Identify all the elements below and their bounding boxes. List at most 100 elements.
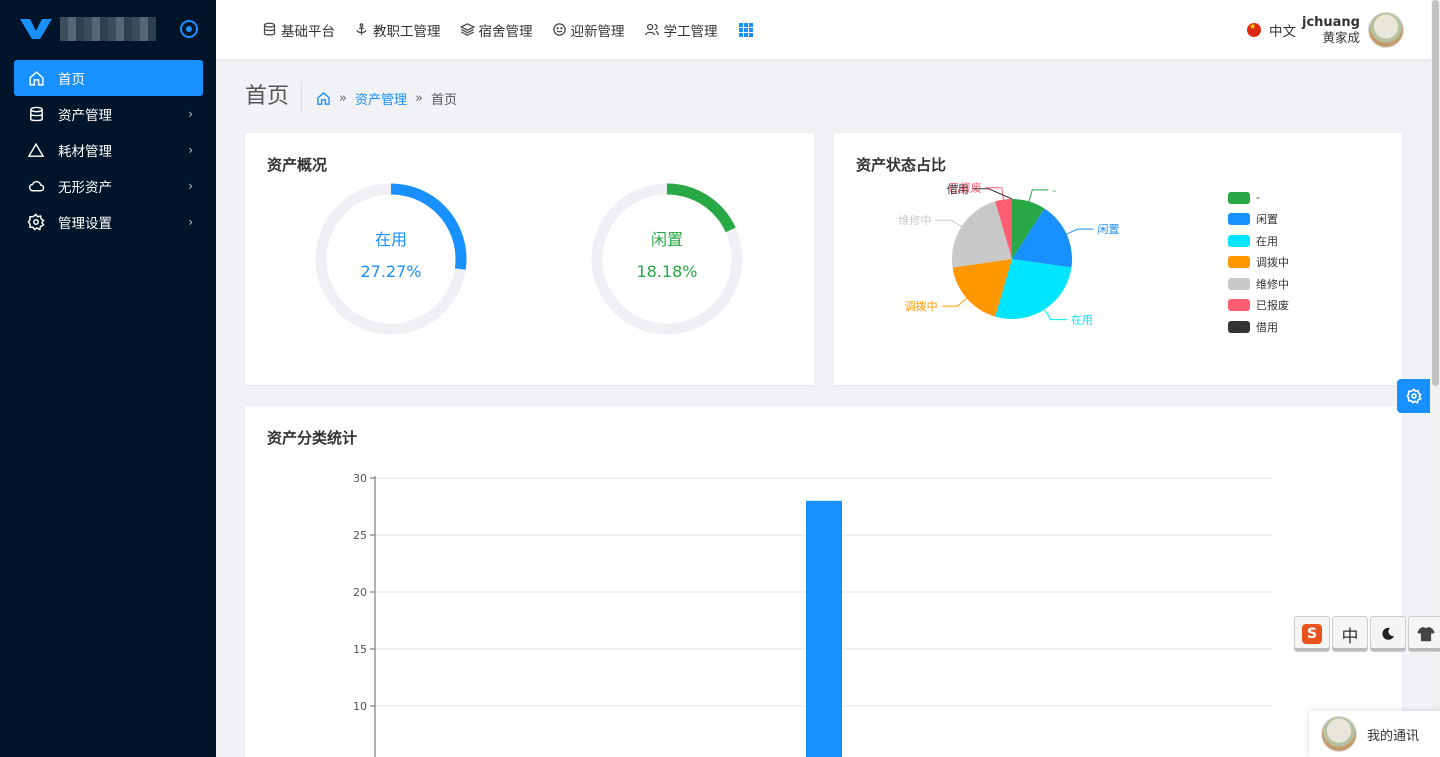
pie-slice-label: 在用 [1071,314,1093,327]
pie-label-line [935,219,962,227]
legend-swatch [1228,320,1250,333]
sidebar-item-label: 首页 [58,72,85,88]
legend-swatch [1228,299,1250,312]
avatar[interactable] [1368,11,1404,48]
topnav-item-staff[interactable]: 教职工管理 [354,20,441,40]
legend-item[interactable]: 闲置 [1228,209,1289,231]
logo-text-blurred [60,17,156,41]
breadcrumb-separator: » [415,90,423,106]
status-pie-chart: -闲置在用调拨中维修中已报废借用 [898,181,1119,327]
home-icon[interactable] [316,91,331,106]
topbar: 基础平台 教职工管理 宿舍管理 迎新管理 学工管理 中文 jchuang 黄家成 [216,0,1440,59]
pie-slice-label: 借用 [947,183,969,196]
legend-swatch [1228,234,1250,247]
breadcrumb: » 资产管理 » 首页 [316,89,457,108]
category-bar-chart: 30 25 20 15 10 [353,472,1273,757]
ring-value: 27.27% [360,262,421,281]
y-tick-label: 20 [353,586,367,599]
legend-item[interactable]: 调拨中 [1228,252,1289,274]
logo-row [0,0,216,58]
topnav-label: 基础平台 [281,23,335,40]
sidebar-item-label: 管理设置 [58,216,112,232]
topnav-item-student-affairs[interactable]: 学工管理 [644,20,718,40]
page-title: 首页 [245,82,303,114]
database-icon [26,104,46,124]
chevron-right-icon: › [188,143,193,157]
legend-label: 在用 [1256,234,1278,248]
triangle-icon [26,140,46,160]
input-tool-buttons: S 中 [1294,616,1440,652]
cloud-icon [26,176,46,196]
legend-label: 已报废 [1256,299,1289,313]
sogou-button[interactable]: S [1294,616,1330,652]
user-info[interactable]: jchuang 黄家成 [1302,15,1360,45]
sidebar-item-label: 无形资产 [58,180,112,196]
scrollbar-thumb[interactable] [1432,0,1439,386]
legend-swatch [1228,213,1250,226]
pie-slice-label: 维修中 [898,213,931,227]
language-switch[interactable]: 中文 [1269,20,1296,40]
sidebar: 首页 资产管理 › 耗材管理 › 无形资产 › 管理设置 › [0,0,216,757]
sidebar-item-label: 耗材管理 [58,144,112,160]
topnav-item-platform[interactable]: 基础平台 [262,20,335,40]
contacts-float[interactable]: 我的通讯 [1309,711,1440,757]
y-tick-label: 30 [353,472,367,485]
collapse-sidebar-icon[interactable] [180,20,198,38]
topnav-label: 迎新管理 [570,23,625,40]
ring-in-use: 在用 27.27% [315,183,467,335]
settings-float-button[interactable] [1397,379,1430,413]
bar[interactable] [806,500,842,757]
sidebar-item-intangible[interactable]: 无形资产 › [14,168,203,204]
legend-item[interactable]: 借用 [1228,316,1289,338]
sidebar-menu: 首页 资产管理 › 耗材管理 › 无形资产 › 管理设置 › [0,58,216,240]
pie-slice-label: 闲置 [1097,222,1119,236]
pie-label-line [941,297,967,307]
topnav-label: 教职工管理 [373,23,441,40]
sogou-icon: S [1302,624,1322,644]
topnav-item-freshman[interactable]: 迎新管理 [552,20,625,40]
legend-swatch [1228,191,1250,204]
sidebar-item-assets[interactable]: 资产管理 › [14,96,203,132]
sidebar-item-settings[interactable]: 管理设置 › [14,204,203,240]
sidebar-item-home[interactable]: 首页 [14,60,203,96]
china-flag-icon[interactable] [1246,22,1261,37]
legend-item[interactable]: 在用 [1228,230,1289,252]
pie-label-line [1028,189,1049,202]
ring-label: 在用 [375,230,407,249]
contacts-label: 我的通讯 [1367,728,1420,744]
legend-label: - [1256,191,1260,205]
legend-swatch [1228,277,1250,290]
topnav-label: 宿舍管理 [478,23,533,40]
overview-card: 资产概况 在用 27.27% 闲置 18.18% [245,133,814,385]
status-legend: - 闲置在用调拨中维修中已报废借用 [1228,187,1289,338]
legend-label: 闲置 [1256,213,1278,227]
sidebar-item-consumables[interactable]: 耗材管理 › [14,132,203,168]
breadcrumb-current: 首页 [430,92,457,108]
chevron-right-icon: › [188,215,193,229]
chinese-mode-button[interactable]: 中 [1332,616,1368,652]
legend-item[interactable]: - [1228,187,1289,209]
topnav-item-dorm[interactable]: 宿舍管理 [459,20,533,40]
ring-value: 18.18% [636,262,697,281]
skin-button[interactable] [1408,616,1440,652]
ring-idle: 闲置 18.18% [591,183,743,335]
moon-button[interactable] [1370,616,1406,652]
user-real-name: 黄家成 [1322,29,1360,45]
y-tick-label: 15 [353,643,367,656]
legend-item[interactable]: 维修中 [1228,273,1289,295]
gear-icon [1405,388,1422,404]
users-icon [644,23,659,36]
sidebar-item-label: 资产管理 [58,108,112,124]
breadcrumb-link-assets[interactable]: 资产管理 [355,89,407,108]
ring-label: 闲置 [651,230,683,249]
status-card: 资产状态占比 - 闲置 在用 调拨中 维修中 已报废 借用 - 闲置 在用 调拨中 维修中 已报废 借用 [834,133,1402,385]
pie-slice-label: - [1052,184,1056,197]
top-right: 中文 jchuang 黄家成 [1246,11,1404,48]
pie-label-line [1066,228,1094,235]
apps-grid-icon[interactable] [738,22,753,37]
legend-label: 调拨中 [1256,256,1289,270]
avatar [1321,716,1357,752]
chevron-right-icon: › [188,107,193,121]
legend-label: 维修中 [1256,277,1289,291]
legend-item[interactable]: 已报废 [1228,295,1289,317]
